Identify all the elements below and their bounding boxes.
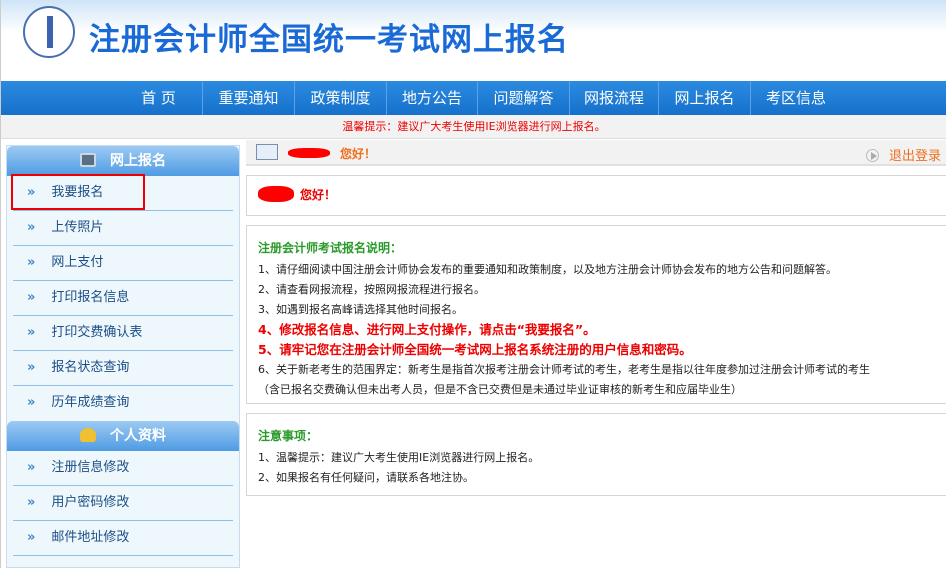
- greeting-bar: 您好！ 退出登录: [246, 140, 946, 166]
- notes-box: 注意事项： 1、温馨提示：建议广大考生使用IE浏览器进行网上报名。 2、如果报名…: [246, 413, 946, 496]
- nav-notices[interactable]: 重要通知: [203, 81, 295, 115]
- chevron-icon: »: [27, 530, 36, 545]
- instruction-line: 1、请仔细阅读中国注册会计师协会发布的重要通知和政策制度，以及地方注册会计师协会…: [258, 263, 837, 276]
- main-nav: 首 页 重要通知 政策制度 地方公告 问题解答 网报流程 网上报名 考区信息: [1, 81, 946, 115]
- chevron-icon: »: [27, 460, 36, 475]
- nav-home[interactable]: 首 页: [115, 81, 203, 115]
- welcome-text: 您好！: [300, 188, 337, 202]
- sidebar-item-password[interactable]: » 用户密码修改: [13, 486, 233, 521]
- nav-policies[interactable]: 政策制度: [295, 81, 387, 115]
- sidebar-item-payment[interactable]: » 网上支付: [13, 246, 233, 281]
- sidebar-item-print-info[interactable]: » 打印报名信息: [13, 281, 233, 316]
- instruction-line: 5、请牢记您在注册会计师全国统一考试网上报名系统注册的用户信息和密码。: [258, 342, 692, 357]
- chevron-icon: »: [27, 395, 36, 410]
- instruction-line: 2、请查看网报流程，按照网报流程进行报名。: [258, 283, 485, 296]
- chevron-icon: »: [27, 495, 36, 510]
- sidebar-item-status[interactable]: » 报名状态查询: [13, 351, 233, 386]
- sidebar-item-upload-photo[interactable]: » 上传照片: [13, 211, 233, 246]
- chevron-icon: »: [27, 185, 36, 200]
- instructions-box: 注册会计师考试报名说明： 1、请仔细阅读中国注册会计师协会发布的重要通知和政策制…: [246, 225, 946, 404]
- nav-local[interactable]: 地方公告: [387, 81, 478, 115]
- monitor-icon: [80, 153, 96, 167]
- redacted-name: [288, 148, 330, 158]
- user-card-icon: [256, 144, 278, 160]
- welcome-box: 您好！: [246, 175, 946, 216]
- redacted-name: [258, 186, 294, 202]
- sidebar-item-print-fee[interactable]: » 打印交费确认表: [13, 316, 233, 351]
- instructions-title: 注册会计师考试报名说明：: [258, 241, 403, 255]
- instruction-line: （含已报名交费确认但未出考人员，但是不含已交费但是未通过毕业证审核的新考生和应届…: [258, 383, 742, 396]
- chevron-icon: »: [27, 360, 36, 375]
- nav-faq[interactable]: 问题解答: [478, 81, 570, 115]
- user-icon: [80, 428, 96, 442]
- greeting-text: 您好！: [340, 147, 377, 161]
- header: 注册会计师全国统一考试网上报名: [1, 0, 946, 81]
- chevron-icon: »: [27, 255, 36, 270]
- chevron-icon: »: [27, 220, 36, 235]
- sidebar: 网上报名 » 我要报名 » 上传照片 » 网上支付 » 打印报名信息 » 打印交费确认表 …: [6, 145, 240, 568]
- cicpa-logo-icon: [23, 6, 75, 58]
- notes-title: 注意事项：: [258, 429, 319, 443]
- note-line: 1、温馨提示：建议广大考生使用IE浏览器进行网上报名。: [258, 451, 540, 464]
- note-line: 2、如果报名有任何疑问，请联系各地注协。: [258, 471, 474, 484]
- site-title: 注册会计师全国统一考试网上报名: [89, 22, 569, 58]
- nav-exam-area[interactable]: 考区信息: [751, 81, 841, 115]
- section-header-registration: 网上报名: [7, 146, 239, 176]
- play-icon: [865, 149, 879, 162]
- instruction-line: 3、如遇到报名高峰请选择其他时间报名。: [258, 303, 463, 316]
- sidebar-item-edit-info[interactable]: » 注册信息修改: [13, 451, 233, 486]
- sidebar-item-scores[interactable]: » 历年成绩查询: [13, 386, 233, 421]
- sidebar-item-register[interactable]: » 我要报名: [11, 174, 233, 211]
- nav-process[interactable]: 网报流程: [570, 81, 659, 115]
- instruction-line: 6、关于新老考生的范围界定：新考生是指首次报考注册会计师考试的考生，老考生是指以…: [258, 363, 870, 376]
- section-header-profile: 个人资料: [7, 421, 239, 451]
- sidebar-item-email[interactable]: » 邮件地址修改: [13, 521, 233, 556]
- notice-bar: 温馨提示：建议广大考生使用IE浏览器进行网上报名。: [1, 115, 946, 139]
- nav-online-registration[interactable]: 网上报名: [659, 81, 751, 115]
- chevron-icon: »: [27, 325, 36, 340]
- main-content: 您好！ 退出登录 您好！ 注册会计师考试报名说明： 1、请仔细阅读中国注册会计师…: [246, 140, 946, 496]
- chevron-icon: »: [27, 290, 36, 305]
- instruction-line: 4、修改报名信息、进行网上支付操作，请点击“我要报名”。: [258, 322, 596, 337]
- logout-button[interactable]: 退出登录: [865, 145, 941, 164]
